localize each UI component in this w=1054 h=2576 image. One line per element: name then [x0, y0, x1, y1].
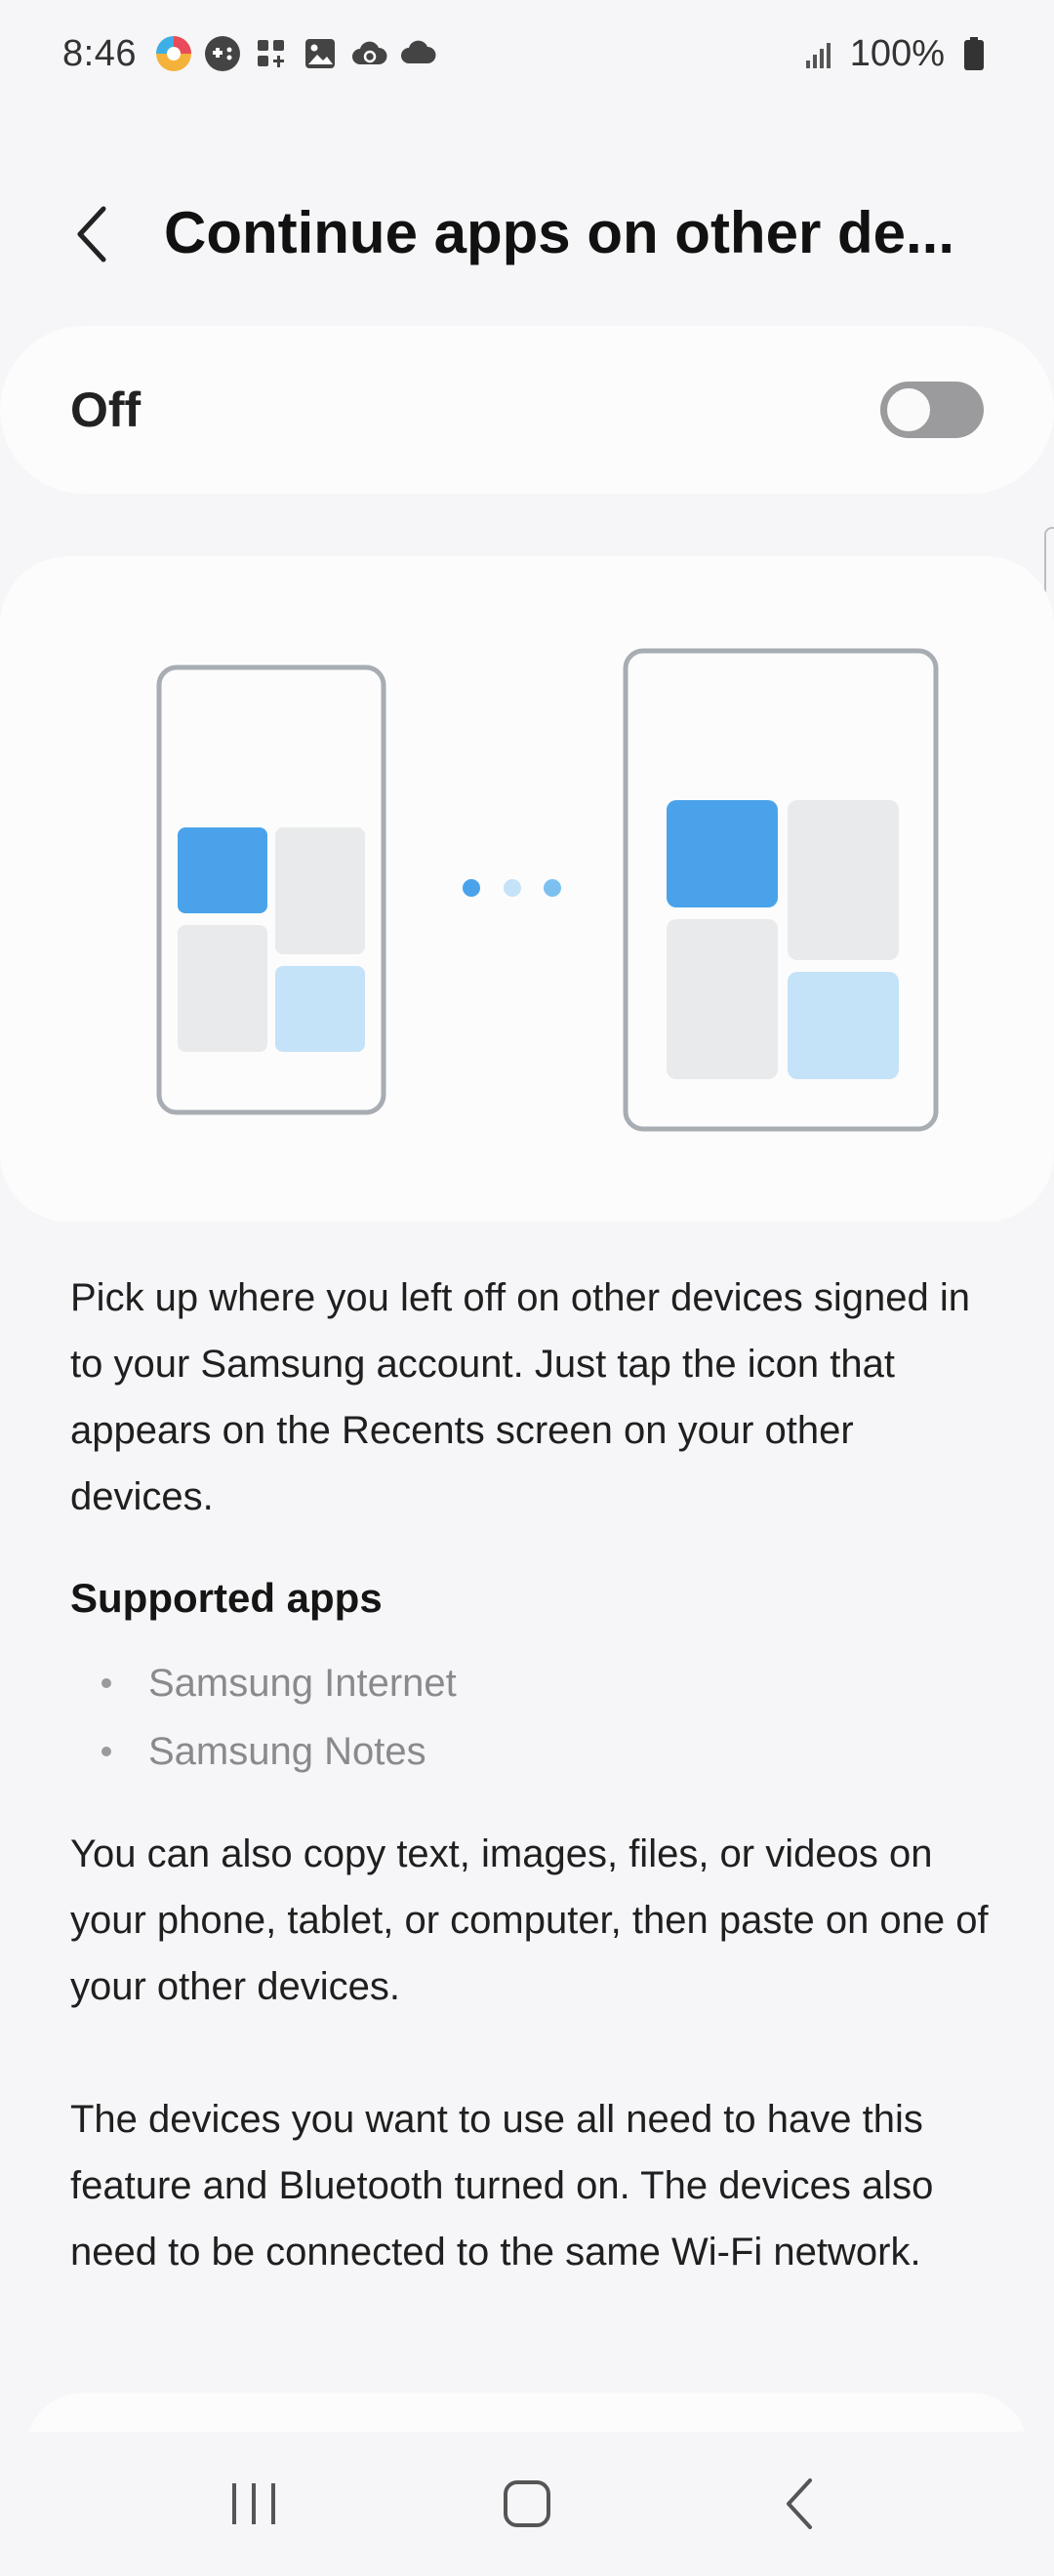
bullet-icon [101, 1747, 111, 1756]
status-bar: 8:46 100% [0, 0, 1054, 107]
battery-icon [954, 34, 993, 73]
image-icon [301, 34, 340, 73]
apps-plus-icon [252, 34, 291, 73]
home-icon [504, 2480, 550, 2527]
toggle-label: Off [70, 382, 142, 437]
copy-paste-paragraph: You can also copy text, images, files, o… [70, 1832, 989, 2008]
recents-button[interactable] [195, 2445, 312, 2562]
cloud-icon [398, 34, 437, 73]
master-switch[interactable] [880, 382, 984, 438]
switch-knob [884, 385, 933, 434]
supported-apps-heading: Supported apps [70, 1575, 383, 1621]
requirements-paragraph: The devices you want to use all need to … [70, 2098, 934, 2274]
status-left: 8:46 [62, 33, 437, 75]
app-name: Samsung Notes [148, 1730, 426, 1773]
back-icon [787, 2478, 812, 2529]
navigation-bar [0, 2432, 1054, 2576]
back-button[interactable] [55, 197, 129, 271]
phone-illustration [156, 664, 386, 1115]
bullet-icon [101, 1678, 111, 1688]
illustration-card [0, 556, 1054, 1222]
description-paragraph: Pick up where you left off on other devi… [70, 1276, 971, 1518]
status-time: 8:46 [62, 32, 137, 74]
game-controller-icon [203, 34, 242, 73]
tablet-illustration [623, 648, 939, 1132]
page-title: Continue apps on other de... [164, 200, 954, 265]
supported-apps-list: Samsung Internet Samsung Notes [101, 1649, 457, 1786]
devices-illustration [156, 648, 939, 1132]
battery-percent: 100% [849, 32, 945, 74]
cloud-sync-icon [349, 34, 388, 73]
recents-icon [232, 2483, 275, 2524]
list-item: Samsung Internet [101, 1649, 457, 1717]
color-app-icon [154, 34, 193, 73]
signal-icon [801, 34, 840, 73]
home-button[interactable] [468, 2445, 586, 2562]
master-toggle-row[interactable]: Off [0, 326, 1054, 494]
transfer-dots [463, 879, 561, 897]
back-nav-button[interactable] [742, 2445, 859, 2562]
app-name: Samsung Internet [148, 1662, 457, 1705]
list-item: Samsung Notes [101, 1717, 457, 1786]
back-arrow-icon [77, 206, 106, 262]
app-header: Continue apps on other de... [0, 176, 1054, 293]
status-right: 100% [801, 33, 993, 75]
